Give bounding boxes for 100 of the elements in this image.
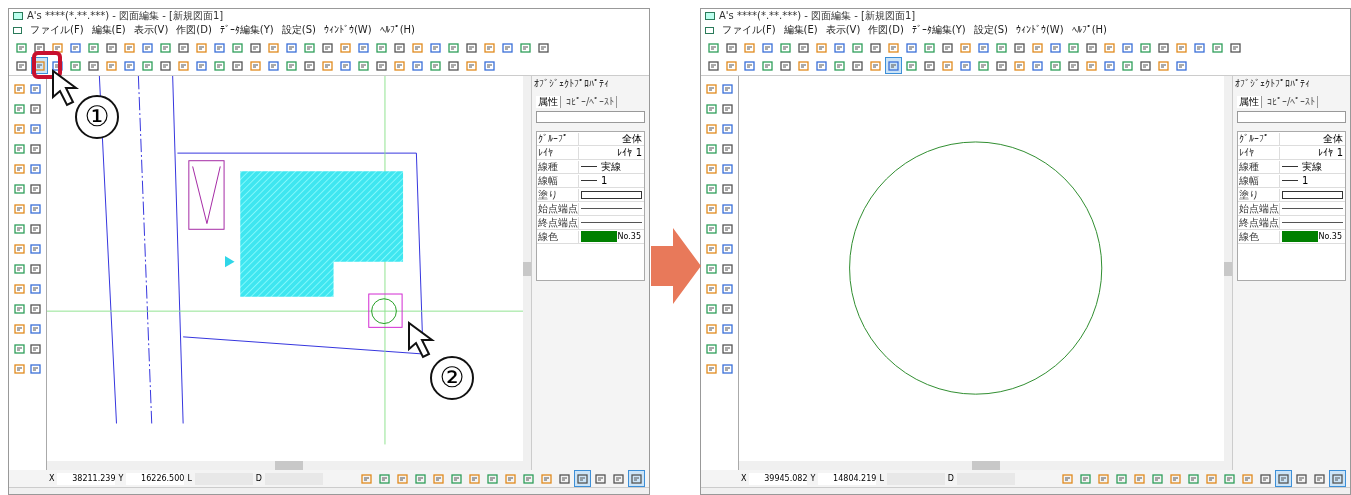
input-field[interactable] — [536, 111, 645, 123]
menu-item[interactable]: ｳｨﾝﾄﾞｳ(W) — [1015, 24, 1064, 36]
tool-icon — [761, 41, 774, 54]
tool-icon — [13, 222, 26, 235]
tool-icon — [722, 302, 734, 315]
menu-item[interactable]: 表示(V) — [133, 24, 169, 36]
tool-icon — [13, 282, 26, 295]
tool-icon — [339, 41, 352, 54]
menu-item[interactable]: 作図(D) — [868, 24, 904, 36]
door-symbol-drawing — [188, 160, 225, 230]
tool-icon — [722, 122, 734, 135]
tool-icon — [1103, 59, 1116, 72]
panel-tab[interactable]: 属性 — [536, 96, 561, 108]
tool-icon — [1049, 59, 1062, 72]
tool-icon — [743, 41, 756, 54]
menu-item[interactable]: ﾃﾞｰﾀ編集(Y) — [219, 24, 274, 36]
menu-item[interactable]: ファイル(F) — [722, 24, 776, 36]
menu-item[interactable]: 設定(S) — [281, 24, 316, 36]
menu-item[interactable]: 表示(V) — [825, 24, 861, 36]
menu-item[interactable]: ﾍﾙﾌﾟ(H) — [379, 24, 415, 36]
step-number: ② — [430, 356, 474, 400]
doc-icon — [705, 26, 714, 34]
menu-item[interactable]: ファイル(F) — [30, 24, 84, 36]
property-label: 線種 — [537, 160, 579, 173]
property-label: 線種 — [1238, 160, 1280, 173]
coord-label: X — [741, 472, 747, 485]
menu-item[interactable]: ｳｨﾝﾄﾞｳ(W) — [323, 24, 372, 36]
tool-icon — [13, 262, 26, 275]
property-label: 塗り — [537, 188, 579, 201]
tool-icon — [123, 59, 136, 72]
menu-item[interactable]: 編集(E) — [783, 24, 818, 36]
tool-icon — [411, 41, 424, 54]
tool-icon — [15, 41, 28, 54]
tool-icon — [977, 41, 990, 54]
tool-icon — [797, 41, 810, 54]
tool-icon — [105, 59, 118, 72]
coord-field[interactable]: 38211.239 — [57, 472, 116, 485]
input-field[interactable] — [1237, 111, 1346, 123]
tool-icon — [959, 41, 972, 54]
tool-icon — [1295, 472, 1308, 485]
line-sample — [581, 180, 597, 181]
tool-icon — [1205, 472, 1218, 485]
panel-title: ｵﾌﾞｼﾞｪｸﾄﾌﾟﾛﾊﾟﾃｨ — [533, 77, 610, 91]
tool-icon — [13, 202, 26, 215]
tool-icon — [177, 59, 190, 72]
menu-item[interactable]: ﾍﾙﾌﾟ(H) — [1071, 24, 1107, 36]
property-label: ｸﾞﾙｰﾌﾟ — [1238, 132, 1280, 145]
tool-icon — [396, 472, 409, 485]
scroll-thumb[interactable] — [523, 261, 531, 276]
tool-icon — [13, 302, 26, 315]
vertical-scrollbar[interactable] — [523, 76, 531, 461]
tool-icon — [815, 59, 828, 72]
horizontal-scrollbar[interactable] — [47, 461, 531, 470]
tool-icon — [378, 472, 391, 485]
tool-icon — [887, 41, 900, 54]
property-label: ｸﾞﾙｰﾌﾟ — [537, 132, 579, 145]
coord-field[interactable]: 39945.082 — [749, 472, 808, 485]
tool-icon — [705, 122, 718, 135]
tool-icon — [1013, 59, 1026, 72]
scroll-thumb[interactable] — [971, 461, 1000, 470]
tool-icon — [231, 59, 244, 72]
tool-icon — [195, 59, 208, 72]
tool-icon — [722, 242, 734, 255]
panel-tab[interactable]: ｺﾋﾟｰ/ﾍﾟｰｽﾄ — [1265, 96, 1319, 108]
menu-item[interactable]: 編集(E) — [91, 24, 126, 36]
tool-icon — [30, 362, 42, 375]
tool-icon — [357, 59, 370, 72]
scroll-thumb[interactable] — [275, 461, 303, 470]
tool-icon — [30, 162, 42, 175]
tool-icon — [30, 102, 42, 115]
tool-icon — [267, 59, 280, 72]
scroll-thumb[interactable] — [1224, 261, 1232, 276]
tool-icon — [30, 242, 42, 255]
selected-circle-drawing — [368, 293, 403, 328]
property-label: ﾚｲﾔ — [1238, 146, 1280, 159]
tool-icon — [851, 59, 864, 72]
property-value: ﾚｲﾔ 1 — [1318, 146, 1343, 159]
tool-icon — [540, 472, 553, 485]
tool-icon — [87, 41, 100, 54]
tool-icon — [779, 59, 792, 72]
fill-swatch — [1282, 190, 1343, 199]
line-sample — [581, 208, 642, 209]
coord-field[interactable]: 16226.500 — [126, 472, 185, 485]
tool-icon — [450, 472, 463, 485]
horizontal-scrollbar[interactable] — [739, 461, 1232, 470]
panel-tab[interactable]: 属性 — [1237, 96, 1262, 108]
panel-tab[interactable]: ｺﾋﾟｰ/ﾍﾟｰｽﾄ — [564, 96, 618, 108]
menu-item[interactable]: ﾃﾞｰﾀ編集(Y) — [911, 24, 966, 36]
tool-icon — [522, 472, 535, 485]
coord-field[interactable]: 14804.219 — [818, 472, 877, 485]
menu-item[interactable]: 設定(S) — [973, 24, 1008, 36]
vertical-scrollbar[interactable] — [1224, 76, 1232, 461]
tool-icon — [267, 41, 280, 54]
tool-icon — [1061, 472, 1074, 485]
tool-icon — [13, 242, 26, 255]
menu-item[interactable]: 作図(D) — [176, 24, 212, 36]
tool-icon — [722, 142, 734, 155]
line-sample — [581, 222, 642, 223]
tool-icon — [869, 59, 882, 72]
tool-icon — [1175, 59, 1188, 72]
